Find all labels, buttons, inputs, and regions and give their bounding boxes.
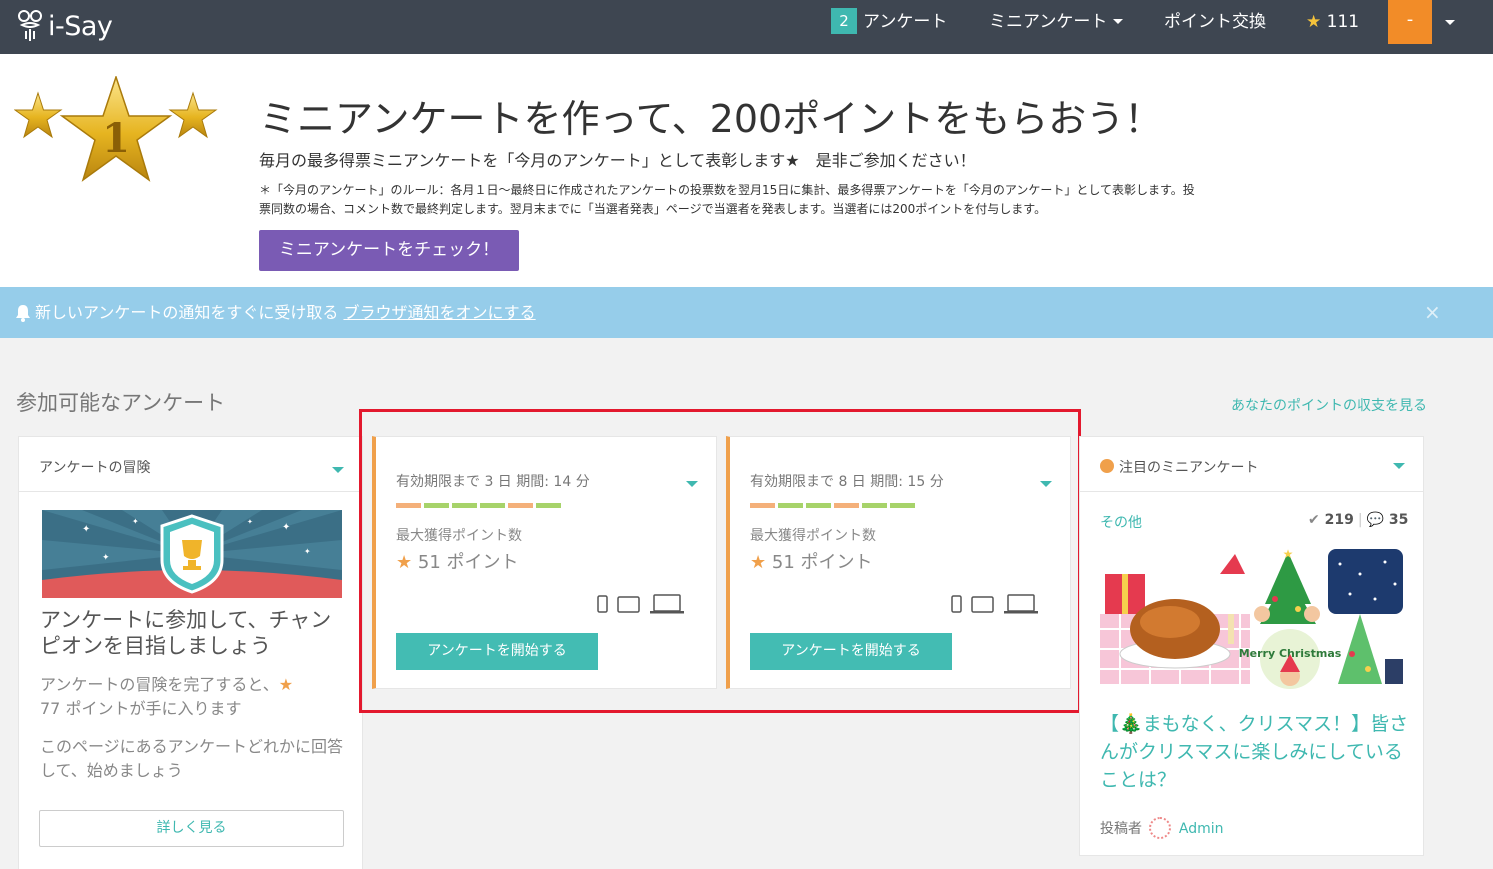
user-avatar[interactable]: -: [1388, 0, 1432, 44]
mini-category[interactable]: その他: [1100, 512, 1142, 532]
svg-text:✦: ✦: [132, 517, 139, 526]
svg-text:✦: ✦: [247, 518, 253, 526]
isay-logo-icon: [18, 10, 42, 41]
survey-points-value: 51 ポイント: [771, 552, 873, 573]
section-title: 参加可能なアンケート: [16, 391, 226, 415]
adventure-desc-b: 77 ポイントが手に入ります: [40, 699, 242, 718]
author-name[interactable]: Admin: [1179, 821, 1224, 837]
mini-header[interactable]: 注目のミニアンケート: [1080, 437, 1423, 492]
hero-rules: ＊「今月のアンケート」のルール：各月１日〜最終日に作成されたアンケートの投票数を…: [259, 183, 1195, 216]
see-details-button[interactable]: 詳しく見る: [39, 810, 344, 847]
survey-progress-bars: [750, 503, 915, 508]
mini-author: 投稿者 Admin: [1100, 817, 1224, 839]
hero-banner: 1 ミニアンケートを作って、200ポイントをもらおう！ 毎月の最多得票ミニアンケ…: [0, 54, 1493, 287]
enable-browser-notification-link[interactable]: ブラウザ通知をオンにする: [343, 303, 535, 322]
christmas-illustration[interactable]: ★ Merry Christmas: [1100, 544, 1405, 694]
nav-points[interactable]: ★ 111: [1306, 0, 1359, 44]
svg-text:✦: ✦: [282, 522, 290, 533]
points-history-link[interactable]: あなたのポイントの収支を見る: [1231, 395, 1427, 415]
survey-expiry: 有効期限まで 8 日 期間: 15 分: [750, 474, 944, 490]
star-icon: ★: [396, 552, 413, 573]
adventure-instructions: このページにあるアンケートどれかに回答して、始めましょう: [40, 737, 344, 780]
nav-exchange-label: ポイント交換: [1164, 12, 1266, 32]
survey-adventure-card: アンケートの冒険 ✦ ✦ ✦ ✦ ✦ ✦ アンケートに参加して、チャンピオンを目…: [18, 436, 363, 869]
chevron-down-icon[interactable]: [332, 467, 344, 473]
svg-text:★: ★: [1283, 547, 1294, 561]
device-compatibility-icon: [951, 594, 1038, 614]
adventure-desc-a: アンケートの冒険を完了すると、: [40, 675, 279, 694]
survey-points-value: 51 ポイント: [417, 552, 519, 573]
survey-points: ★ 51 ポイント: [396, 548, 519, 574]
survey-card: 有効期限まで 8 日 期間: 15 分 最大獲得ポイント数 ★ 51 ポイント …: [726, 436, 1071, 689]
mini-survey-title[interactable]: 【🎄まもなく、クリスマス！】皆さんがクリスマスに楽しみにしていることは？: [1100, 710, 1410, 794]
max-points-label: 最大獲得ポイント数: [750, 528, 876, 544]
user-menu-chevron-icon[interactable]: [1445, 20, 1455, 25]
hero-subtitle: 毎月の最多得票ミニアンケートを「今月のアンケート」として表彰します★ 是非ご参加…: [259, 151, 976, 170]
adventure-header-title: アンケートの冒険: [39, 460, 151, 476]
trophy-banner-icon: ✦ ✦ ✦ ✦ ✦ ✦: [42, 510, 342, 598]
close-icon[interactable]: ×: [1424, 287, 1441, 338]
survey-count-badge: 2: [831, 8, 857, 34]
adventure-description: アンケートの冒険を完了すると、★ 77 ポイントが手に入ります: [40, 673, 350, 721]
mini-header-title: 注目のミニアンケート: [1119, 460, 1259, 476]
adventure-title: アンケートに参加して、チャンピオンを目指しましょう: [40, 608, 332, 658]
survey-progress-bars: [396, 503, 561, 508]
notice-text: 新しいアンケートの通知をすぐに受け取る: [35, 303, 339, 322]
chevron-down-icon[interactable]: [686, 481, 698, 487]
check-mini-survey-button[interactable]: ミニアンケートをチェック！: [259, 230, 519, 271]
svg-text:✦: ✦: [304, 547, 311, 556]
survey-points: ★ 51 ポイント: [750, 548, 873, 574]
star-number: 1: [102, 115, 130, 162]
nav-surveys[interactable]: 2 アンケート: [831, 0, 947, 44]
mini-stats: ✔ 219 | 💬 35: [1308, 512, 1409, 528]
nav-points-value: 111: [1326, 12, 1360, 32]
logo[interactable]: i-Say: [16, 6, 113, 46]
svg-text:✦: ✦: [82, 524, 90, 535]
comment-count: 35: [1388, 512, 1409, 528]
gold-stars-icon: 1: [14, 76, 218, 182]
chevron-down-icon[interactable]: [1393, 463, 1405, 469]
top-navbar: i-Say 2 アンケート ミニアンケート ポイント交換 ★ 111 -: [0, 0, 1493, 54]
comment-icon: 💬: [1366, 512, 1384, 528]
max-points-label: 最大獲得ポイント数: [396, 528, 522, 544]
featured-mini-survey-card: 注目のミニアンケート その他 ✔ 219 | 💬 35 ★ Merry Christ…: [1079, 436, 1424, 856]
nav-mini-surveys[interactable]: ミニアンケート: [989, 0, 1124, 44]
notice-text-wrap: 新しいアンケートの通知をすぐに受け取る ブラウザ通知をオンにする: [35, 287, 536, 338]
notification-banner: 新しいアンケートの通知をすぐに受け取る ブラウザ通知をオンにする ×: [0, 287, 1493, 338]
nav-point-exchange[interactable]: ポイント交換: [1164, 0, 1266, 44]
adventure-header[interactable]: アンケートの冒険: [19, 437, 362, 492]
check-icon: ✔: [1308, 512, 1320, 528]
star-icon: ★: [278, 675, 294, 694]
nav-mini-label: ミニアンケート: [989, 12, 1108, 32]
bell-icon: [16, 305, 30, 322]
start-survey-button[interactable]: アンケートを開始する: [396, 633, 598, 670]
chevron-down-icon: [1113, 19, 1124, 24]
admin-avatar: [1149, 817, 1172, 839]
star-icon: ★: [1306, 12, 1322, 32]
logo-text: i-Say: [48, 10, 113, 42]
survey-expiry: 有効期限まで 3 日 期間: 14 分: [396, 474, 590, 490]
star-icon: ★: [750, 552, 767, 573]
author-label: 投稿者: [1100, 821, 1142, 837]
survey-card: 有効期限まで 3 日 期間: 14 分 最大獲得ポイント数 ★ 51 ポイント …: [372, 436, 717, 689]
chevron-down-icon[interactable]: [1040, 481, 1052, 487]
nav-surveys-label: アンケート: [863, 12, 948, 32]
svg-text:✦: ✦: [102, 553, 110, 563]
vote-count: 219: [1324, 512, 1354, 528]
hero-title: ミニアンケートを作って、200ポイントをもらおう！: [259, 97, 1163, 141]
start-survey-button[interactable]: アンケートを開始する: [750, 633, 952, 670]
device-compatibility-icon: [597, 594, 684, 614]
chevron-right-circle-icon: [1100, 459, 1114, 473]
